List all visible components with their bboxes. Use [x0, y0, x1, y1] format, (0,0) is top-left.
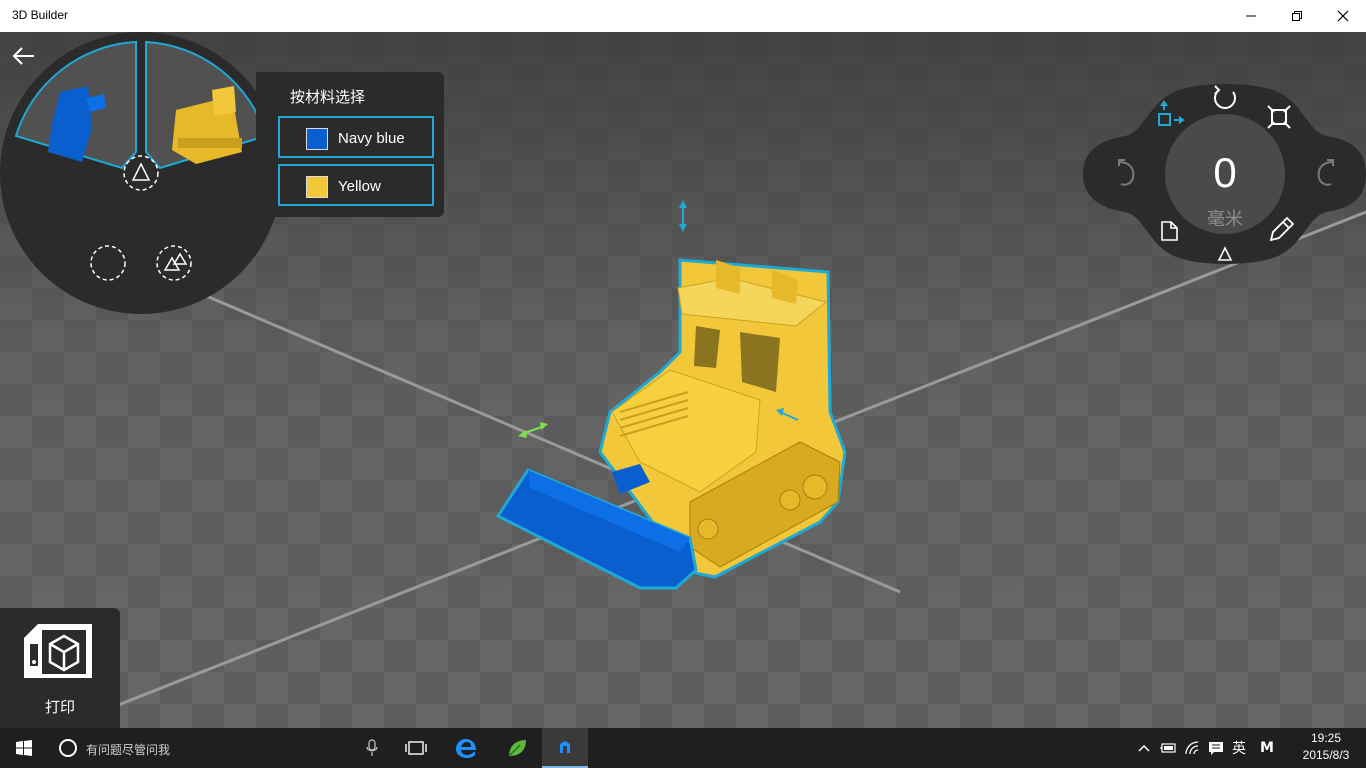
restore-icon [1292, 11, 1302, 21]
network-button[interactable] [1182, 728, 1204, 768]
material-item-yellow[interactable]: Yellow [278, 164, 434, 206]
task-view-button[interactable] [395, 728, 437, 768]
ime-mode-indicator[interactable]: M [1256, 728, 1278, 768]
app-taskbar-button[interactable] [496, 728, 538, 768]
taskbar: 有问题尽管问我 英 M [0, 728, 1366, 768]
wifi-icon [1185, 741, 1199, 755]
app-title: 3D Builder [12, 8, 69, 22]
action-center-button[interactable] [1205, 728, 1227, 768]
material-wheel [0, 32, 282, 314]
material-item-navy-blue[interactable]: Navy blue [278, 116, 434, 158]
leaf-icon [508, 740, 526, 757]
back-button[interactable] [12, 47, 34, 65]
notification-icon [1209, 742, 1223, 755]
battery-icon [1160, 743, 1176, 753]
back-arrow-icon [12, 47, 34, 65]
cortana-icon [59, 739, 77, 757]
show-hidden-icons-button[interactable] [1134, 728, 1154, 768]
minimize-button[interactable] [1228, 0, 1274, 32]
color-swatch [306, 176, 328, 198]
transform-unit: 毫米 [1207, 209, 1243, 230]
windows-logo-icon [16, 740, 32, 756]
clock-date[interactable]: 2015/8/3 [1290, 748, 1362, 762]
edge-taskbar-button[interactable] [445, 728, 487, 768]
start-button[interactable] [0, 728, 48, 768]
clock-time[interactable]: 19:25 [1296, 731, 1356, 745]
minimize-icon [1246, 15, 1256, 17]
3d-builder-taskbar-button[interactable] [542, 728, 588, 768]
input-language-indicator[interactable]: 英 [1228, 728, 1250, 768]
close-button[interactable] [1320, 0, 1366, 32]
transform-value: 0 [1213, 149, 1237, 196]
edge-browser-icon [456, 739, 476, 758]
title-bar: 3D Builder [0, 0, 1366, 32]
microphone-icon[interactable] [366, 739, 378, 757]
task-view-icon [405, 741, 427, 755]
3d-builder-icon [560, 741, 570, 753]
chevron-up-icon [1138, 744, 1150, 752]
color-swatch [306, 128, 328, 150]
print-label: 打印 [44, 698, 75, 716]
search-placeholder: 有问题尽管问我 [86, 743, 171, 757]
material-panel-title: 按材料选择 [290, 88, 366, 106]
material-label: Yellow [338, 178, 381, 195]
printer-cube-icon [24, 624, 92, 678]
restore-button[interactable] [1274, 0, 1320, 32]
battery-button[interactable] [1156, 728, 1180, 768]
close-icon [1337, 10, 1349, 22]
material-label: Navy blue [338, 130, 405, 147]
